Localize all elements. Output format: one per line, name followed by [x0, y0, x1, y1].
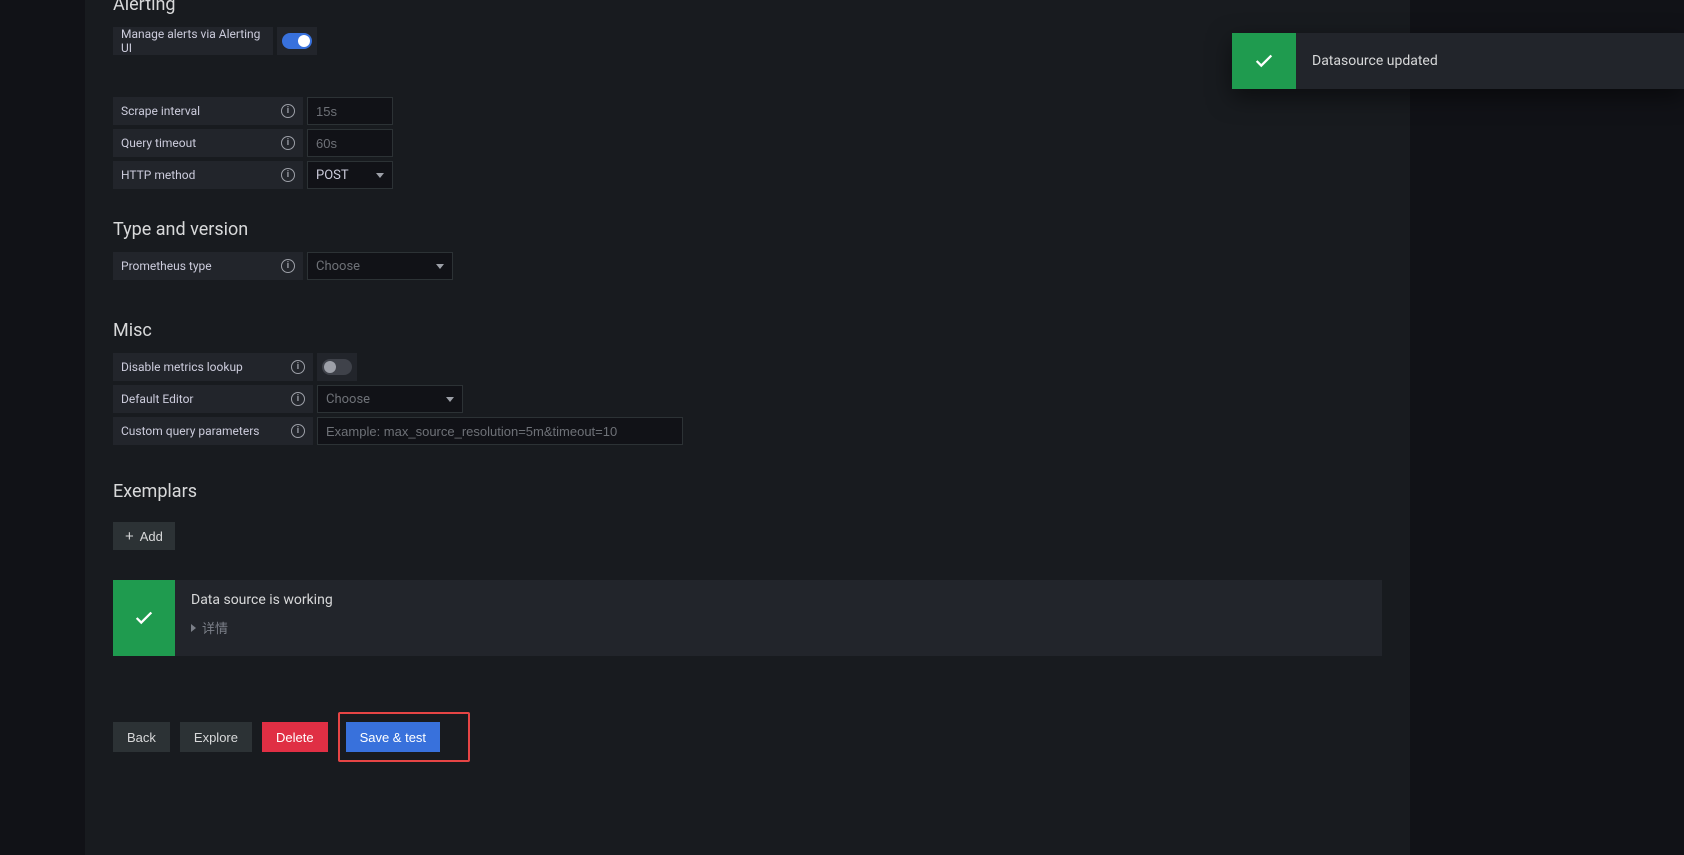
check-icon [1232, 33, 1296, 89]
manage-alerts-toggle[interactable] [277, 27, 317, 55]
http-method-select[interactable]: POST [307, 161, 393, 189]
add-exemplar-button[interactable]: + Add [113, 522, 175, 550]
action-buttons: Back Explore Delete Save & test [113, 712, 1382, 762]
misc-title: Misc [113, 320, 1382, 341]
chevron-down-icon [446, 397, 454, 402]
status-success-icon [113, 580, 175, 656]
default-editor-row: Default Editor i Choose [113, 385, 1382, 413]
disable-metrics-toggle[interactable] [317, 353, 357, 381]
custom-query-row: Custom query parameters i [113, 417, 1382, 445]
default-editor-select[interactable]: Choose [317, 385, 463, 413]
chevron-down-icon [436, 264, 444, 269]
disable-metrics-label: Disable metrics lookup i [113, 353, 313, 381]
manage-alerts-label: Manage alerts via Alerting UI [113, 27, 273, 55]
info-icon[interactable]: i [281, 104, 295, 118]
save-test-highlight: Save & test [338, 712, 470, 762]
exemplars-title: Exemplars [113, 481, 1382, 502]
manage-alerts-row: Manage alerts via Alerting UI [113, 27, 1382, 55]
query-timeout-row: Query timeout i [113, 129, 1382, 157]
http-method-row: HTTP method i POST [113, 161, 1382, 189]
info-icon[interactable]: i [291, 424, 305, 438]
info-icon[interactable]: i [291, 360, 305, 374]
query-timeout-input[interactable] [307, 129, 393, 157]
http-method-label: HTTP method i [113, 161, 303, 189]
prometheus-type-row: Prometheus type i Choose [113, 252, 1382, 280]
success-toast[interactable]: Datasource updated [1232, 33, 1684, 89]
plus-icon: + [125, 529, 134, 544]
status-details-toggle[interactable]: 详情 [191, 618, 333, 637]
info-icon[interactable]: i [281, 259, 295, 273]
prometheus-type-select[interactable]: Choose [307, 252, 453, 280]
disable-metrics-row: Disable metrics lookup i [113, 353, 1382, 381]
delete-button[interactable]: Delete [262, 722, 328, 752]
explore-button[interactable]: Explore [180, 722, 252, 752]
scrape-interval-row: Scrape interval i [113, 97, 1382, 125]
scrape-interval-input[interactable] [307, 97, 393, 125]
chevron-right-icon [191, 624, 196, 632]
info-icon[interactable]: i [281, 136, 295, 150]
status-message: Data source is working [191, 592, 333, 608]
query-timeout-label: Query timeout i [113, 129, 303, 157]
toast-message: Datasource updated [1296, 33, 1684, 89]
custom-query-input[interactable] [317, 417, 683, 445]
scrape-interval-label: Scrape interval i [113, 97, 303, 125]
save-test-button[interactable]: Save & test [346, 722, 440, 752]
type-version-title: Type and version [113, 219, 1382, 240]
info-icon[interactable]: i [281, 168, 295, 182]
back-button[interactable]: Back [113, 722, 170, 752]
prometheus-type-label: Prometheus type i [113, 252, 303, 280]
settings-page: Alerting Manage alerts via Alerting UI S… [85, 0, 1410, 855]
default-editor-label: Default Editor i [113, 385, 313, 413]
info-icon[interactable]: i [291, 392, 305, 406]
chevron-down-icon [376, 173, 384, 178]
custom-query-label: Custom query parameters i [113, 417, 313, 445]
status-panel: Data source is working 详情 [113, 580, 1382, 656]
alerting-title: Alerting [113, 0, 1382, 15]
